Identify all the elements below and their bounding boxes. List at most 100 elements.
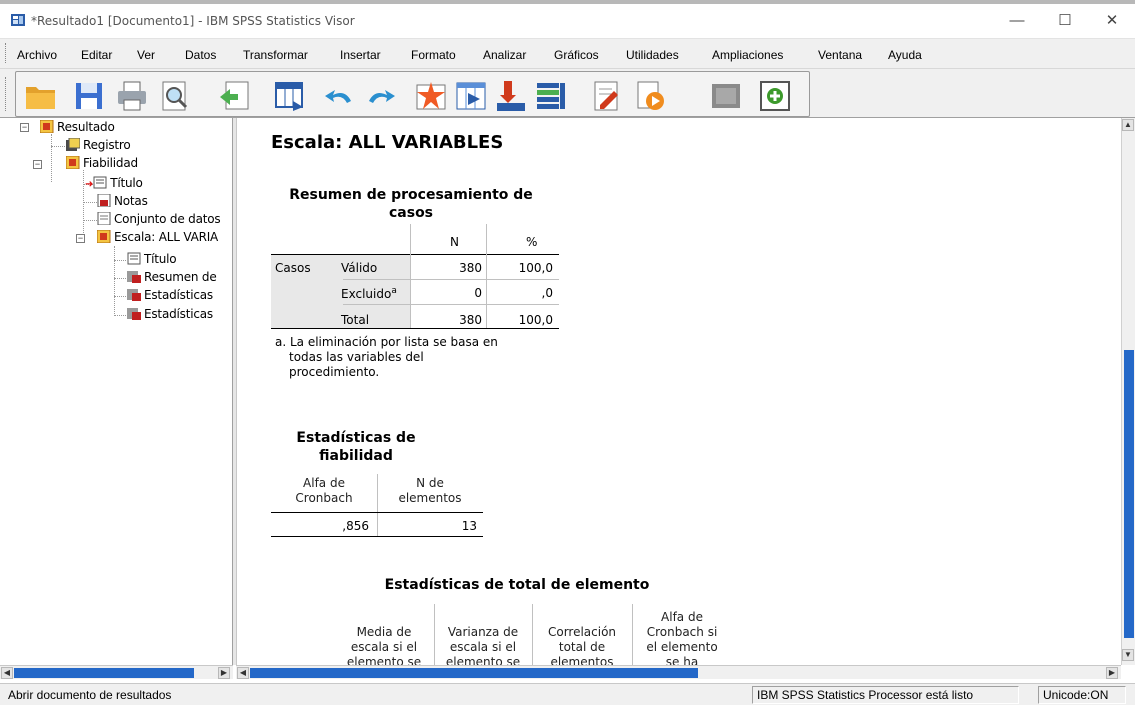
- cell-total-pct: 100,0: [518, 313, 553, 327]
- outline-item-estadisticas-2[interactable]: Estadísticas: [127, 307, 213, 323]
- scroll-right-arrow-icon[interactable]: ▶: [1106, 667, 1118, 679]
- open-icon[interactable]: [24, 79, 58, 113]
- tree-line: [114, 260, 126, 261]
- cell-valido-n: 380: [459, 261, 482, 275]
- menubar-grip[interactable]: [5, 43, 8, 63]
- col-header-pct: %: [526, 235, 538, 249]
- scroll-right-arrow-icon[interactable]: ▶: [218, 667, 230, 679]
- redo-icon[interactable]: [363, 79, 397, 113]
- outline-item-resultado[interactable]: Resultado: [40, 120, 115, 136]
- table-rule: [271, 536, 483, 537]
- menu-insertar[interactable]: Insertar: [340, 48, 381, 62]
- cell-excluido-n: 0: [474, 286, 482, 300]
- dataset-icon: [97, 212, 111, 225]
- hide-icon[interactable]: [709, 79, 743, 113]
- tree-line: [114, 278, 126, 279]
- print-icon[interactable]: [115, 79, 149, 113]
- row-label-valido: Válido: [341, 261, 378, 275]
- book-icon: [66, 156, 80, 169]
- vertical-scroll-thumb[interactable]: [1124, 350, 1134, 638]
- book-icon: [40, 120, 54, 133]
- outline-item-estadisticas-1[interactable]: Estadísticas: [127, 288, 213, 304]
- outline-horizontal-scrollbar[interactable]: ◀ ▶: [0, 665, 233, 679]
- export-icon[interactable]: [218, 79, 252, 113]
- scroll-left-arrow-icon[interactable]: ◀: [237, 667, 249, 679]
- menu-archivo[interactable]: Archivo: [17, 48, 57, 62]
- menu-datos[interactable]: Datos: [185, 48, 216, 62]
- menu-analizar[interactable]: Analizar: [483, 48, 526, 62]
- header-line: escala si el: [350, 640, 418, 654]
- footnote-line: procedimiento.: [289, 365, 380, 379]
- outline-item-titulo[interactable]: ➜ Título: [85, 176, 143, 192]
- goto-data-icon[interactable]: [273, 79, 307, 113]
- status-bar: Abrir documento de resultados IBM SPSS S…: [0, 683, 1135, 705]
- add-icon[interactable]: [758, 79, 792, 113]
- outline-item-escala[interactable]: Escala: ALL VARIA: [97, 230, 218, 246]
- toolbar-grip[interactable]: [5, 77, 8, 111]
- insert-cases-icon[interactable]: [534, 79, 568, 113]
- menu-utilidades[interactable]: Utilidades: [626, 48, 679, 62]
- undo-icon[interactable]: [323, 79, 357, 113]
- row-label-total: Total: [341, 313, 370, 327]
- table-gridline: [410, 224, 411, 328]
- collapse-toggle-escala[interactable]: −: [76, 234, 85, 243]
- book-icon: [97, 230, 111, 243]
- scroll-left-arrow-icon[interactable]: ◀: [1, 667, 13, 679]
- cell-alfa: ,856: [342, 519, 369, 533]
- header-line: elemento se: [445, 655, 521, 665]
- menu-ampliaciones[interactable]: Ampliaciones: [712, 48, 783, 62]
- outline-item-resumen[interactable]: Resumen de: [127, 270, 217, 286]
- tree-line: [51, 134, 52, 182]
- menu-ventana[interactable]: Ventana: [818, 48, 862, 62]
- table-title-line: Resumen de procesamiento de: [289, 187, 533, 203]
- tree-line: [114, 246, 115, 316]
- menu-editar[interactable]: Editar: [81, 48, 112, 62]
- outline-item-fiabilidad[interactable]: Fiabilidad: [66, 156, 138, 172]
- outline-item-conjunto[interactable]: Conjunto de datos: [97, 212, 221, 228]
- header-line: Correlación: [547, 625, 617, 639]
- scroll-up-arrow-icon[interactable]: ▲: [1122, 119, 1134, 131]
- menu-ayuda[interactable]: Ayuda: [888, 48, 922, 62]
- outline-item-titulo-escala[interactable]: Título: [127, 252, 177, 268]
- status-message: Abrir documento de resultados: [8, 688, 172, 702]
- content-scroll-thumb[interactable]: [250, 668, 698, 678]
- run-icon[interactable]: [633, 79, 667, 113]
- table-title-fiabilidad: Estadísticas de fiabilidad: [271, 429, 441, 465]
- row-label-text: Excluido: [341, 287, 392, 301]
- table-title-line: casos: [388, 205, 434, 221]
- menu-ver[interactable]: Ver: [137, 48, 155, 62]
- outline-scroll-thumb[interactable]: [14, 668, 194, 678]
- goto-variable-icon[interactable]: [454, 79, 488, 113]
- output-content-pane: Escala: ALL VARIABLES Resumen de procesa…: [236, 118, 1121, 665]
- content-vertical-scrollbar[interactable]: ▲ ▼: [1121, 118, 1135, 665]
- save-icon[interactable]: [72, 79, 106, 113]
- print-preview-icon[interactable]: [158, 79, 192, 113]
- unicode-status: Unicode:ON: [1038, 686, 1126, 704]
- menu-formato[interactable]: Formato: [411, 48, 456, 62]
- outline-item-notas[interactable]: Notas: [97, 194, 148, 210]
- minimize-button[interactable]: —: [994, 10, 1040, 34]
- col-header-correlacion: Correlación total de elementos: [532, 625, 632, 665]
- collapse-toggle-resultado[interactable]: −: [20, 123, 29, 132]
- content-horizontal-scrollbar[interactable]: ◀ ▶: [236, 665, 1121, 679]
- menu-graficos[interactable]: Gráficos: [554, 48, 599, 62]
- collapse-toggle-fiabilidad[interactable]: −: [33, 160, 42, 169]
- cell-n-elementos: 13: [461, 519, 477, 533]
- table-gridline: [343, 279, 559, 280]
- maximize-button[interactable]: ☐: [1042, 10, 1088, 34]
- insert-variable-icon[interactable]: [494, 79, 528, 113]
- col-header-media: Media de escala si el elemento se: [334, 625, 434, 665]
- menu-transformar[interactable]: Transformar: [243, 48, 308, 62]
- scroll-down-arrow-icon[interactable]: ▼: [1122, 649, 1134, 661]
- toolbar: [0, 68, 1135, 118]
- outline-item-registro[interactable]: Registro: [66, 138, 131, 154]
- table-title-line: fiabilidad: [319, 448, 393, 464]
- header-line: N de: [416, 476, 444, 490]
- tree-line: [114, 315, 126, 316]
- tree-line: [114, 296, 126, 297]
- goto-case-icon[interactable]: [414, 79, 448, 113]
- edit-icon[interactable]: [590, 79, 624, 113]
- close-button[interactable]: ✕: [1089, 10, 1135, 34]
- table-rule: [271, 512, 483, 513]
- col-header-varianza: Varianza de escala si el elemento se: [434, 625, 532, 665]
